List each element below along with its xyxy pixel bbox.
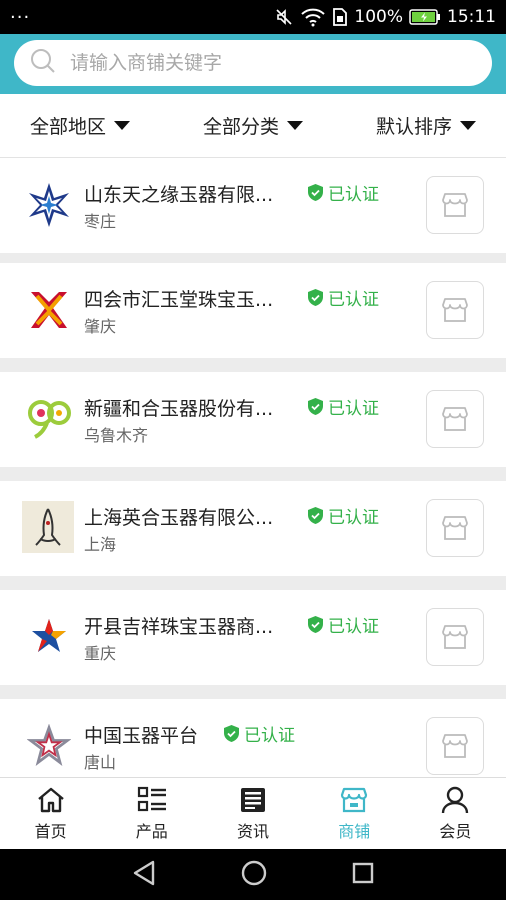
battery-percent: 100%	[354, 7, 403, 27]
shop-name: 开县吉祥珠宝玉器商...	[84, 616, 274, 638]
list-icon	[137, 786, 166, 811]
store-button[interactable]	[426, 608, 484, 666]
shop-name: 上海英合玉器有限公...	[84, 507, 274, 529]
home-icon	[37, 787, 64, 812]
shop-list: 山东天之缘玉器有限... 枣庄 已认证 四会市汇玉堂珠宝玉... 肇庆 已认证	[0, 158, 506, 777]
caret-down-icon	[287, 121, 303, 130]
bottom-tab-bar: 首页 产品 资讯 商铺 会员	[0, 777, 506, 849]
tab-member[interactable]: 会员	[405, 778, 506, 849]
search-input[interactable]	[70, 52, 476, 74]
back-icon[interactable]	[131, 859, 157, 891]
tab-home[interactable]: 首页	[0, 778, 101, 849]
shop-name: 山东天之缘玉器有限...	[84, 184, 274, 206]
shop-city: 重庆	[84, 644, 117, 663]
tab-products[interactable]: 产品	[101, 778, 202, 849]
tab-stores-label: 商铺	[338, 821, 371, 841]
store-button[interactable]	[426, 176, 484, 234]
tab-home-label: 首页	[34, 821, 67, 841]
mute-icon	[274, 7, 294, 27]
filter-region[interactable]: 全部地区	[30, 112, 131, 139]
filter-category-label: 全部分类	[202, 116, 279, 138]
shop-city: 唐山	[84, 753, 117, 772]
certified-badge: 已认证	[308, 180, 379, 205]
tab-member-label: 会员	[439, 821, 472, 841]
caret-down-icon	[114, 121, 131, 130]
certified-badge: 已认证	[308, 394, 379, 419]
shop-list-item[interactable]: 新疆和合玉器股份有... 乌鲁木齐 已认证	[0, 372, 506, 467]
status-bar: ··· 100% 15:11	[0, 0, 506, 34]
search-icon	[30, 48, 56, 78]
filter-category[interactable]: 全部分类	[203, 112, 303, 139]
shop-list-item[interactable]: 山东天之缘玉器有限... 枣庄 已认证	[0, 158, 506, 253]
search-area	[0, 34, 506, 94]
filter-region-label: 全部地区	[30, 116, 107, 138]
store-button[interactable]	[426, 281, 484, 339]
home-circle-icon[interactable]	[240, 859, 268, 891]
x-mark-logo	[22, 283, 76, 337]
shop-list-item[interactable]: 中国玉器平台 唐山 已认证	[0, 699, 506, 777]
system-nav-bar	[0, 849, 506, 900]
store-button[interactable]	[426, 390, 484, 448]
tab-products-label: 产品	[135, 821, 168, 841]
battery-icon	[409, 8, 441, 26]
shop-list-item[interactable]: 开县吉祥珠宝玉器商... 重庆 已认证	[0, 590, 506, 685]
recents-icon[interactable]	[351, 861, 375, 889]
store-icon	[341, 787, 368, 812]
shop-city: 乌鲁木齐	[84, 426, 149, 445]
user-icon	[442, 786, 469, 813]
ring-logo	[22, 392, 76, 446]
search-box[interactable]	[14, 40, 492, 86]
filter-sort[interactable]: 默认排序	[376, 112, 476, 139]
tab-stores[interactable]: 商铺	[304, 778, 405, 849]
tab-news[interactable]: 资讯	[202, 778, 303, 849]
compass-star-logo	[22, 178, 76, 232]
shop-name: 四会市汇玉堂珠宝玉...	[84, 289, 274, 311]
shop-city: 枣庄	[84, 212, 117, 231]
wifi-icon	[300, 7, 326, 27]
tab-news-label: 资讯	[237, 821, 270, 841]
caret-down-icon	[459, 121, 476, 130]
shop-name: 新疆和合玉器股份有...	[84, 398, 274, 420]
outline-star-logo	[22, 719, 76, 773]
sim-icon	[332, 7, 348, 27]
certified-badge: 已认证	[308, 612, 379, 637]
store-button[interactable]	[426, 499, 484, 557]
shop-name: 中国玉器平台	[84, 725, 199, 747]
notification-dots: ···	[10, 6, 31, 28]
certified-badge: 已认证	[308, 503, 379, 528]
figure-logo	[22, 501, 74, 553]
certified-badge: 已认证	[224, 721, 295, 746]
star-figure-logo	[22, 610, 76, 664]
shop-city: 上海	[84, 535, 117, 554]
shop-list-item[interactable]: 上海英合玉器有限公... 上海 已认证	[0, 481, 506, 576]
shop-city: 肇庆	[84, 317, 117, 336]
filter-sort-label: 默认排序	[375, 116, 452, 138]
shop-list-item[interactable]: 四会市汇玉堂珠宝玉... 肇庆 已认证	[0, 263, 506, 358]
filter-bar: 全部地区 全部分类 默认排序	[0, 94, 506, 158]
store-button[interactable]	[426, 717, 484, 775]
clock: 15:11	[447, 7, 496, 27]
news-icon	[241, 787, 265, 812]
certified-badge: 已认证	[308, 285, 379, 310]
